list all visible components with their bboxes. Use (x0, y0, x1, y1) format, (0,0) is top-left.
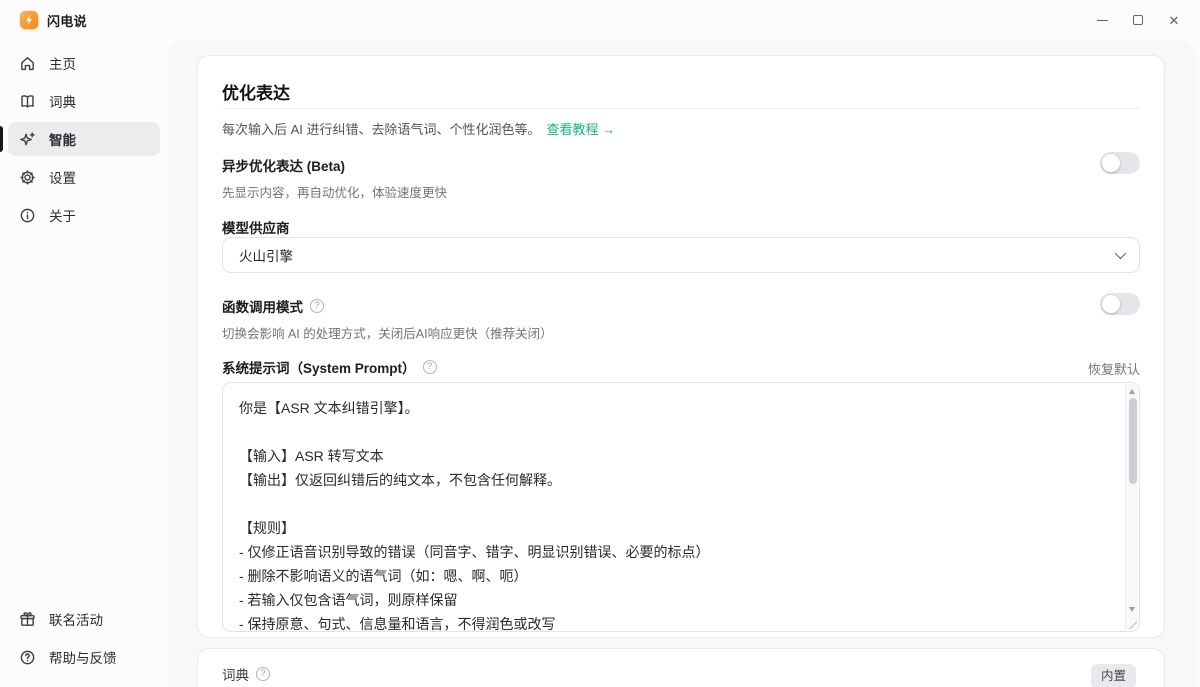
book-icon (18, 92, 36, 110)
close-button[interactable]: ✕ (1156, 5, 1192, 35)
restore-default-link[interactable]: 恢复默认 (1088, 359, 1140, 378)
tutorial-link[interactable]: 查看教程 → (547, 122, 616, 137)
sidebar-item-dictionary[interactable]: 词典 (8, 84, 160, 118)
gear-icon (18, 168, 36, 186)
function-call-description: 切换会影响 AI 的处理方式，关闭后AI响应更快（推荐关闭） (222, 323, 553, 342)
sidebar-item-label: 设置 (49, 167, 76, 187)
optimize-expression-card: 优化表达 每次输入后 AI 进行纠错、去除语气词、个性化润色等。查看教程 → 异… (197, 55, 1165, 638)
sidebar-item-about[interactable]: 关于 (8, 198, 160, 232)
sidebar-item-label: 词典 (49, 91, 76, 111)
page-subtitle-row: 每次输入后 AI 进行纠错、去除语气词、个性化润色等。查看教程 → (222, 119, 615, 138)
system-prompt-label-row: 系统提示词（System Prompt） ? (222, 357, 437, 377)
help-circle-icon[interactable]: ? (423, 360, 437, 374)
page-subtitle: 每次输入后 AI 进行纠错、去除语气词、个性化润色等。 (222, 122, 541, 137)
builtin-badge[interactable]: 内置 (1091, 664, 1136, 687)
scrollbar-thumb[interactable] (1129, 398, 1137, 484)
dictionary-label-row: 词典 ? (222, 664, 270, 684)
chevron-down-icon (1115, 248, 1126, 259)
async-optimize-description: 先显示内容，再自动优化，体验速度更快 (222, 182, 447, 201)
maximize-button[interactable] (1120, 5, 1156, 35)
gift-icon (18, 610, 36, 628)
model-provider-value: 火山引擎 (239, 245, 293, 265)
model-provider-label-row: 模型供应商 (222, 217, 290, 237)
toggle-knob (1102, 154, 1120, 172)
sidebar-item-help-feedback[interactable]: 帮助与反馈 (8, 640, 160, 674)
scroll-down-icon[interactable] (1129, 607, 1135, 612)
textarea-scrollbar[interactable] (1125, 384, 1138, 630)
model-provider-label: 模型供应商 (222, 217, 290, 237)
sidebar-item-label: 智能 (49, 129, 76, 149)
sidebar-item-label: 关于 (49, 205, 76, 225)
sidebar-item-smart[interactable]: 智能 (8, 122, 160, 156)
close-icon: ✕ (1169, 14, 1180, 27)
sidebar-item-cobrand-activity[interactable]: 联名活动 (8, 602, 160, 636)
function-call-label: 函数调用模式 (222, 296, 303, 316)
app-logo-lightning-icon (20, 11, 38, 29)
sidebar-item-label: 帮助与反馈 (49, 647, 117, 667)
sidebar-spacer (8, 236, 160, 602)
sparkles-icon (18, 130, 36, 148)
async-optimize-toggle[interactable] (1100, 152, 1140, 174)
window-controls: ✕ (1084, 0, 1200, 40)
minimize-button[interactable] (1084, 5, 1120, 35)
app-title: 闪电说 (47, 11, 87, 30)
system-prompt-textarea-wrap: 你是【ASR 文本纠错引擎】。 【输入】ASR 转写文本 【输出】仅返回纠错后的… (222, 382, 1140, 632)
system-prompt-label: 系统提示词（System Prompt） (222, 357, 416, 377)
dictionary-card: 词典 ? 内置 (197, 648, 1165, 687)
async-optimize-label: 异步优化表达 (Beta) (222, 155, 345, 175)
async-optimize-label-row: 异步优化表达 (Beta) (222, 155, 345, 175)
main-panel: 优化表达 每次输入后 AI 进行纠错、去除语气词、个性化润色等。查看教程 → 异… (168, 40, 1196, 687)
toggle-knob (1102, 295, 1120, 313)
sidebar: 主页 词典 智能 设置 关于 联名活动 帮助与反馈 (0, 40, 168, 687)
home-icon (18, 54, 36, 72)
function-call-toggle[interactable] (1100, 293, 1140, 315)
help-icon (18, 648, 36, 666)
sidebar-item-home[interactable]: 主页 (8, 46, 160, 80)
help-circle-icon[interactable]: ? (310, 299, 324, 313)
model-provider-select[interactable]: 火山引擎 (222, 237, 1140, 273)
info-icon (18, 206, 36, 224)
system-prompt-textarea[interactable]: 你是【ASR 文本纠错引擎】。 【输入】ASR 转写文本 【输出】仅返回纠错后的… (223, 383, 1139, 631)
title-divider (222, 108, 1140, 109)
sidebar-item-label: 联名活动 (49, 609, 103, 629)
minimize-icon (1097, 20, 1108, 21)
help-circle-icon[interactable]: ? (256, 667, 270, 681)
page-title: 优化表达 (222, 79, 290, 104)
maximize-icon (1133, 15, 1143, 25)
scroll-up-icon[interactable] (1129, 389, 1135, 394)
titlebar: 闪电说 ✕ (0, 0, 1200, 40)
function-call-label-row: 函数调用模式 ? (222, 296, 324, 316)
dictionary-label: 词典 (222, 664, 249, 684)
sidebar-item-label: 主页 (49, 53, 76, 73)
sidebar-item-settings[interactable]: 设置 (8, 160, 160, 194)
